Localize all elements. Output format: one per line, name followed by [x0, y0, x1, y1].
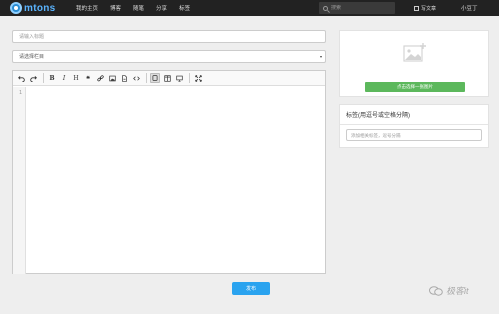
split-mode-icon[interactable]	[162, 73, 172, 83]
file-icon[interactable]	[119, 73, 129, 83]
toolbar-divider	[146, 73, 147, 83]
redo-icon[interactable]	[28, 73, 38, 83]
title-input[interactable]	[12, 30, 326, 43]
tags-input[interactable]	[346, 129, 482, 141]
write-article-label: 写文章	[421, 5, 437, 12]
top-navbar: mtons 我的主页 博客 随笔 分享 标签 写文章 小豆丁	[0, 0, 499, 16]
user-menu[interactable]: 小豆丁	[461, 0, 478, 16]
search-icon	[323, 5, 328, 11]
toolbar-divider	[189, 73, 190, 83]
editor-toolbar: B I H ❝	[13, 71, 325, 86]
link-icon[interactable]	[95, 73, 105, 83]
image-icon[interactable]	[107, 73, 117, 83]
nav-item-notes[interactable]: 随笔	[133, 4, 144, 12]
nav-item-blog[interactable]: 博客	[110, 4, 121, 12]
editor-textarea[interactable]	[27, 87, 325, 273]
undo-icon[interactable]	[16, 73, 26, 83]
line-number: 1	[19, 90, 23, 96]
tags-divider	[340, 124, 488, 125]
edit-icon	[414, 5, 419, 11]
toolbar-divider	[43, 73, 44, 83]
editor-gutter: 1	[13, 87, 26, 274]
nav-item-share[interactable]: 分享	[156, 4, 167, 12]
site-logo[interactable]: mtons	[10, 2, 56, 14]
watermark: 极客it	[429, 284, 469, 297]
edit-mode-icon[interactable]	[150, 73, 160, 83]
quote-icon[interactable]: ❝	[83, 73, 93, 83]
bold-icon[interactable]: B	[47, 73, 57, 83]
image-placeholder-icon	[403, 43, 427, 63]
watermark-text: 极客it	[446, 286, 469, 296]
code-icon[interactable]	[131, 73, 141, 83]
preview-mode-icon[interactable]	[174, 73, 184, 83]
fullscreen-icon[interactable]	[193, 73, 203, 83]
search-input[interactable]	[331, 5, 391, 11]
heading-icon[interactable]: H	[71, 73, 81, 83]
markdown-editor: B I H ❝ 1	[12, 70, 326, 274]
select-cover-button[interactable]: 点击选择一张图片	[365, 82, 465, 92]
publish-button[interactable]: 发布	[232, 282, 270, 295]
italic-icon[interactable]: I	[59, 73, 69, 83]
user-name: 小豆丁	[461, 6, 478, 12]
category-select[interactable]: 请选择栏目	[12, 50, 326, 63]
tags-card: 标签(用逗号或空格分隔)	[339, 104, 489, 148]
tags-title: 标签(用逗号或空格分隔)	[346, 113, 410, 119]
search-box[interactable]	[319, 2, 395, 14]
write-article-link[interactable]: 写文章	[414, 0, 436, 16]
logo-text: mtons	[24, 2, 56, 14]
category-select-value: 请选择栏目	[19, 54, 45, 60]
cover-image-card: 点击选择一张图片	[339, 30, 489, 97]
logo-icon	[10, 2, 22, 14]
nav-item-tags[interactable]: 标签	[179, 4, 190, 12]
nav-item-home[interactable]: 我的主页	[76, 4, 98, 12]
wechat-icon	[429, 285, 443, 296]
main-nav: 我的主页 博客 随笔 分享 标签	[76, 0, 202, 16]
caret-down-icon	[320, 56, 322, 58]
